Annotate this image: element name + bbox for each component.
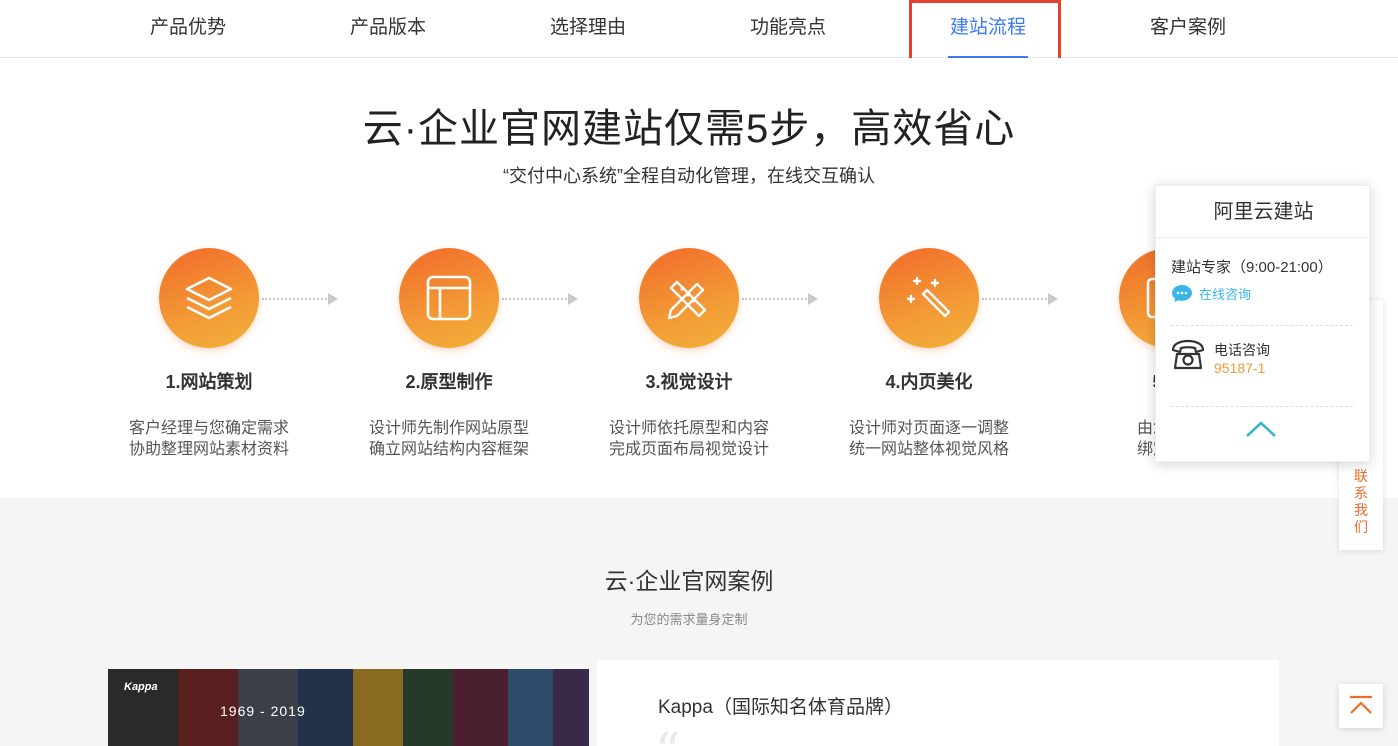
online-consult-link[interactable]: 在线咨询 — [1171, 284, 1251, 303]
tab-label: 选择理由 — [549, 17, 626, 38]
top-nav: 产品优势 产品版本 选择理由 功能亮点 建站流程 客户案例 — [0, 0, 1398, 58]
image-panel — [353, 669, 403, 746]
quote-icon: “ — [655, 722, 681, 746]
step-4: 4.内页美化 设计师对页面逐一调整 统一网站整体视觉风格 — [809, 248, 1049, 460]
section-title: 云·企业官网建站仅需5步，高效省心 — [362, 107, 1016, 151]
step-3: 3.视觉设计 设计师依托原型和内容 完成页面布局视觉设计 — [569, 248, 809, 460]
image-panel — [298, 669, 353, 746]
kappa-logo: Kappa — [124, 681, 158, 693]
step-description: 设计师对页面逐一调整 统一网站整体视觉风格 — [848, 420, 1009, 458]
step-name: 3.视觉设计 — [645, 372, 733, 392]
arrow-up-icon — [1350, 695, 1372, 714]
back-to-top-button[interactable] — [1339, 684, 1383, 728]
cases-subtitle: 为您的需求量身定制 — [630, 612, 748, 627]
image-panel — [508, 669, 553, 746]
expert-hours: 建站专家（9:00-21:00） — [1171, 259, 1333, 276]
image-panel — [453, 669, 508, 746]
step-description: 客户经理与您确定需求 协助整理网站素材资料 — [128, 420, 289, 458]
tab-label: 客户案例 — [1149, 17, 1226, 38]
tab-product-versions[interactable]: 产品版本 — [288, 0, 488, 58]
online-consult-label: 在线咨询 — [1199, 287, 1252, 302]
case-image[interactable]: Kappa 1969 - 2019 — [108, 669, 589, 746]
contact-popup: 阿里云建站 建站专家（9:00-21:00） 在线咨询 电话咨询 95187-1 — [1155, 185, 1371, 462]
step-name: 2.原型制作 — [405, 372, 493, 392]
phone-number[interactable]: 95187-1 — [1214, 360, 1265, 376]
step-description: 设计师依托原型和内容 完成页面布局视觉设计 — [608, 420, 769, 458]
image-years: 1969 - 2019 — [220, 703, 306, 719]
pencil-ruler-icon — [639, 248, 739, 348]
tab-reasons[interactable]: 选择理由 — [488, 0, 688, 58]
divider — [1171, 406, 1353, 407]
case-card: Kappa（国际知名体育品牌） “ — [597, 660, 1279, 746]
tab-label: 功能亮点 — [749, 17, 826, 38]
divider — [1171, 325, 1353, 326]
step-1: 1.网站策划 客户经理与您确定需求 协助整理网站素材资料 — [89, 248, 329, 460]
telephone-icon — [1171, 339, 1205, 370]
step-description: 设计师先制作网站原型 确立网站结构内容框架 — [368, 420, 529, 458]
tab-customer-cases[interactable]: 客户案例 — [1088, 0, 1288, 58]
collapse-up-icon[interactable] — [1245, 420, 1277, 438]
step-name: 1.网站策划 — [165, 372, 253, 392]
tab-label: 产品版本 — [349, 17, 426, 38]
cases-title: 云·企业官网案例 — [604, 568, 774, 594]
step-2: 2.原型制作 设计师先制作网站原型 确立网站结构内容框架 — [329, 248, 569, 460]
tab-label: 产品优势 — [149, 17, 226, 38]
chat-bubble-icon — [1172, 285, 1192, 302]
tab-product-advantages[interactable]: 产品优势 — [88, 0, 288, 58]
phone-consult-label: 电话咨询 — [1214, 342, 1270, 358]
case-title: Kappa（国际知名体育品牌） — [658, 697, 903, 718]
contact-label: 联系我们 — [1354, 468, 1368, 535]
layers-icon — [159, 248, 259, 348]
popup-title: 阿里云建站 — [1156, 186, 1371, 238]
image-panel — [553, 669, 589, 746]
tab-features[interactable]: 功能亮点 — [688, 0, 888, 58]
step-name: 4.内页美化 — [885, 372, 973, 392]
image-panel — [403, 669, 453, 746]
magic-wand-icon — [879, 248, 979, 348]
cases-section: 云·企业官网案例 为您的需求量身定制 Kappa 1969 - 2019 Kap… — [0, 498, 1398, 746]
layout-icon — [399, 248, 499, 348]
